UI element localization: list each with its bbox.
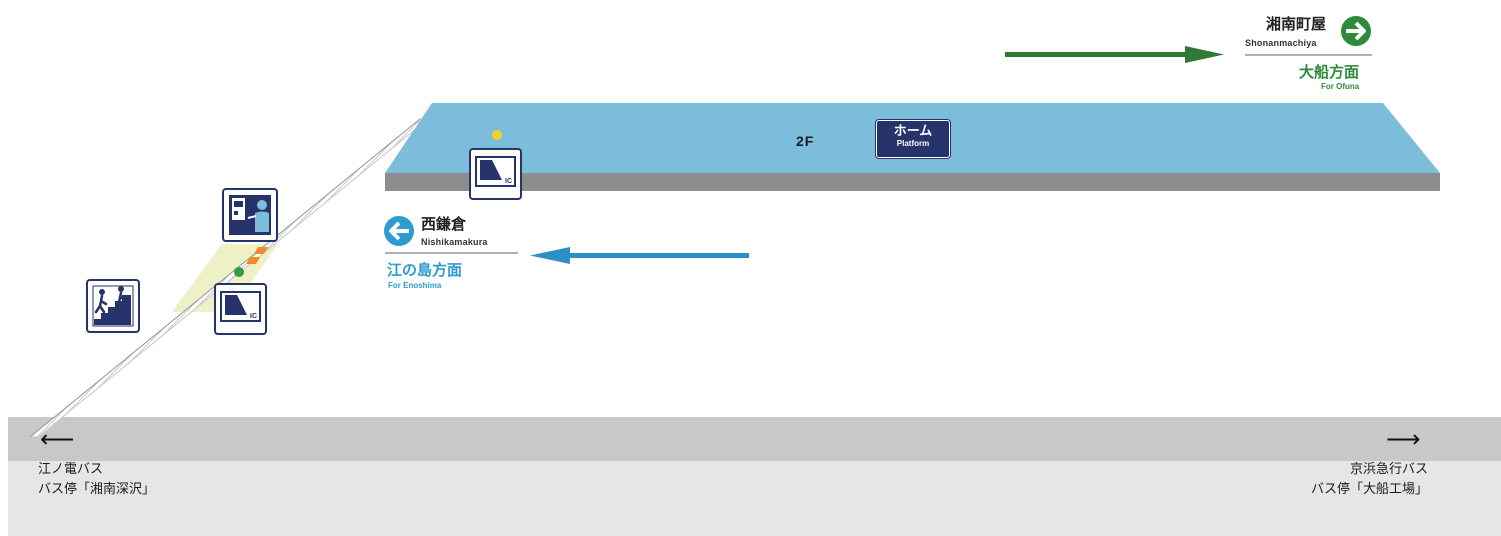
ic-card-reader-icon: IC [214, 283, 267, 335]
yellow-marker-dot [492, 130, 502, 140]
svg-text:IC: IC [505, 178, 512, 185]
direction-arrow-right [1005, 46, 1224, 63]
ticket-machine-icon [222, 188, 278, 242]
bus-stop-right: 京浜急行バス バス停「大船工場」 [1311, 460, 1428, 500]
platform-badge: ホーム Platform [876, 120, 950, 158]
floor-label: 2F [796, 133, 815, 149]
direction-label-en-left: For Enoshima [388, 281, 442, 290]
road [8, 417, 1501, 536]
direction-arrow-left [530, 247, 749, 264]
direction-label-left: 江の島方面 [387, 261, 463, 279]
arrow-right-icon: ⟶ [1386, 425, 1421, 453]
bus-operator-right: 京浜急行バス [1349, 462, 1428, 477]
destination-station-name-left: 西鎌倉 [421, 215, 467, 233]
bus-stop-name-right: バス停「大船工場」 [1310, 482, 1428, 497]
destination-station-roman-right: Shonanmachiya [1245, 38, 1317, 48]
green-marker-dot [234, 267, 244, 277]
bus-stop-left: 江ノ電バス バス停「湘南深沢」 [38, 460, 155, 500]
stairs-icon [86, 279, 140, 333]
stairway-slope [28, 118, 430, 438]
destination-station-name-right: 湘南町屋 [1266, 15, 1327, 33]
ic-card-reader-icon: IC [469, 148, 522, 200]
platform-label-jp: ホーム [893, 124, 933, 139]
bus-operator-left: 江ノ電バス [38, 462, 104, 477]
destination-station-roman-left: Nishikamakura [421, 237, 488, 247]
direction-label-right: 大船方面 [1299, 63, 1360, 81]
direction-label-en-right: For Ofuna [1321, 82, 1360, 91]
arrow-left-circle-icon [384, 216, 414, 246]
arrow-left-icon: ⟵ [40, 425, 75, 453]
svg-text:IC: IC [250, 313, 257, 320]
platform-label-en: Platform [896, 139, 930, 148]
bus-stop-name-left: バス停「湘南深沢」 [38, 482, 156, 497]
arrow-right-circle-icon [1341, 16, 1371, 46]
